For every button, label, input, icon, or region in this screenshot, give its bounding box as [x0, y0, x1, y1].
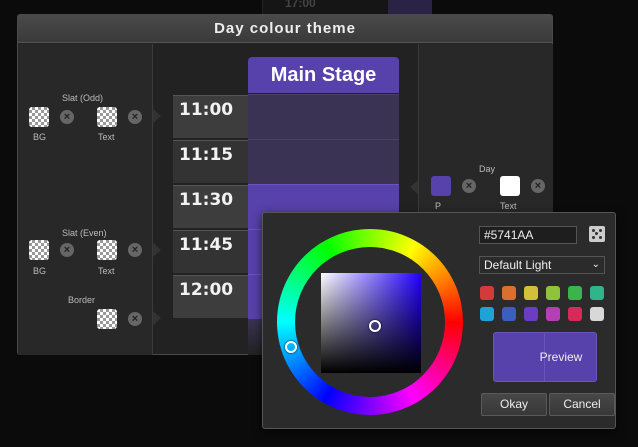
- preview-button[interactable]: Preview: [493, 332, 597, 382]
- palette-swatch[interactable]: [590, 286, 604, 300]
- day-text-label: Text: [500, 201, 517, 211]
- slat-even-arrow-icon: [153, 243, 161, 257]
- border-clear-icon[interactable]: ×: [128, 312, 142, 326]
- palette-swatch[interactable]: [480, 286, 494, 300]
- slat-even-text-swatch[interactable]: [97, 240, 117, 260]
- dialog-title: Day colour theme: [18, 15, 552, 43]
- palette-swatch[interactable]: [502, 307, 516, 321]
- theme-select-value: Default Light: [484, 258, 552, 272]
- okay-button[interactable]: Okay: [481, 393, 547, 416]
- hue-handle[interactable]: [285, 341, 297, 353]
- slat-settings-panel: Slat (Odd) × BG × Text Slat (Even) × BG …: [18, 44, 153, 355]
- slat-even-bg-label: BG: [33, 266, 47, 276]
- preview-label: Preview: [539, 350, 583, 364]
- time-slot: 11:45: [173, 230, 248, 273]
- background-timeline: 17:00: [262, 0, 432, 14]
- palette-swatch[interactable]: [590, 307, 604, 321]
- stage-cell: [248, 94, 399, 139]
- slat-odd-text-label: Text: [98, 132, 115, 142]
- slat-even-bg-swatch[interactable]: [29, 240, 49, 260]
- day-text-clear-icon[interactable]: ×: [531, 179, 545, 193]
- border-label: Border: [68, 295, 96, 305]
- slat-odd-label: Slat (Odd): [62, 93, 104, 103]
- slat-odd-bg-label: BG: [33, 132, 47, 142]
- border-arrow-icon: [153, 311, 161, 325]
- day-bg-clear-icon[interactable]: ×: [462, 179, 476, 193]
- background-stage-cell: [388, 0, 432, 14]
- slat-even-text-label: Text: [98, 266, 115, 276]
- palette-swatch[interactable]: [546, 286, 560, 300]
- time-slot: 12:00: [173, 275, 248, 318]
- slat-odd-bg-swatch[interactable]: [29, 107, 49, 127]
- stage-cell: [248, 139, 399, 184]
- palette-swatch[interactable]: [502, 286, 516, 300]
- time-slot: 11:00: [173, 95, 248, 138]
- theme-select[interactable]: Default Light ⌄: [479, 256, 605, 274]
- slat-even-label: Slat (Even): [62, 228, 107, 238]
- slat-odd-text-swatch[interactable]: [97, 107, 117, 127]
- palette-swatch[interactable]: [568, 307, 582, 321]
- hex-input[interactable]: [479, 226, 577, 244]
- chevron-down-icon: ⌄: [591, 259, 600, 270]
- palette-swatch[interactable]: [568, 286, 582, 300]
- slat-odd-arrow-icon: [153, 109, 161, 123]
- palette-swatch[interactable]: [480, 307, 494, 321]
- day-bg-label: P: [435, 201, 442, 211]
- palette-swatch[interactable]: [524, 286, 538, 300]
- day-label: Day: [479, 164, 496, 174]
- time-slot: 11:30: [173, 185, 248, 228]
- slat-odd-text-clear-icon[interactable]: ×: [128, 110, 142, 124]
- cancel-button[interactable]: Cancel: [549, 393, 615, 416]
- sv-handle[interactable]: [369, 320, 381, 332]
- slat-even-text-clear-icon[interactable]: ×: [128, 243, 142, 257]
- day-text-swatch[interactable]: [500, 176, 520, 196]
- slat-odd-bg-clear-icon[interactable]: ×: [60, 110, 74, 124]
- random-dice-icon[interactable]: [589, 226, 605, 242]
- time-slot: 11:15: [173, 140, 248, 183]
- slat-even-bg-clear-icon[interactable]: ×: [60, 243, 74, 257]
- border-swatch[interactable]: [97, 309, 117, 329]
- palette-swatch[interactable]: [546, 307, 560, 321]
- colour-picker-popup: Default Light ⌄ Preview Okay Cancel: [262, 212, 616, 429]
- stage-header: Main Stage: [248, 57, 399, 93]
- day-arrow-icon: [410, 180, 418, 194]
- palette-swatch[interactable]: [524, 307, 538, 321]
- background-time: 17:00: [285, 0, 316, 10]
- day-bg-swatch[interactable]: [431, 176, 451, 196]
